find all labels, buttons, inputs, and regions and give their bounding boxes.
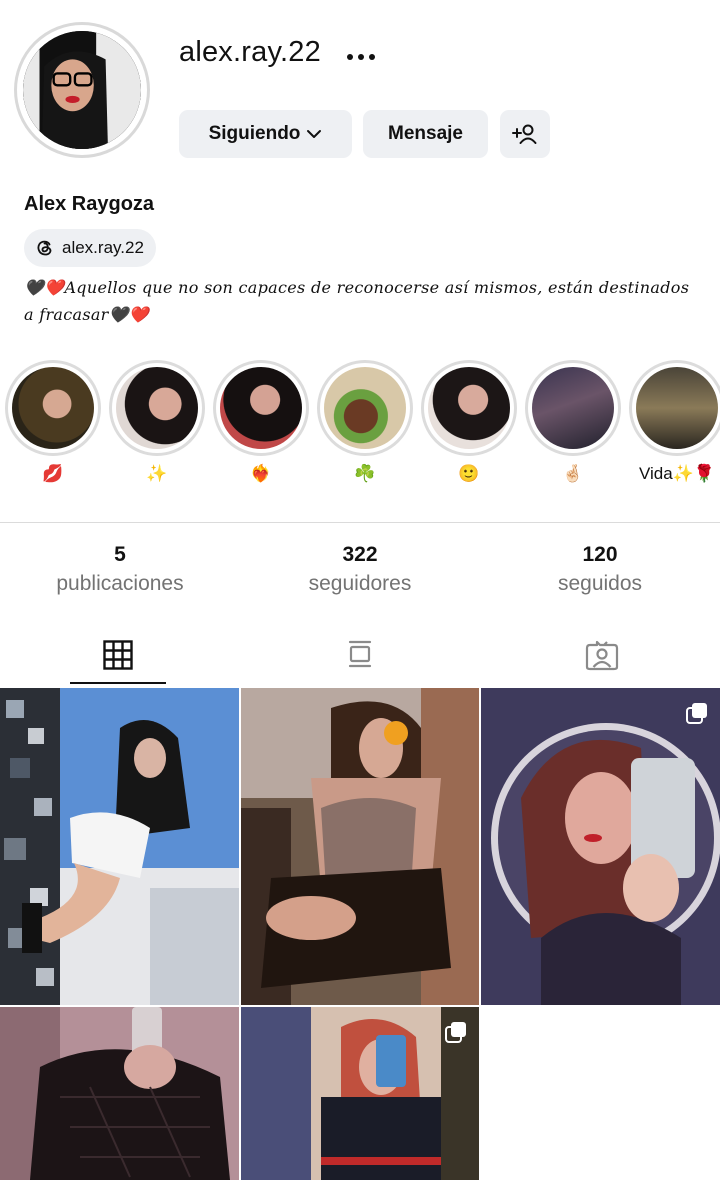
threads-link-chip[interactable]: alex.ray.22 — [24, 229, 156, 267]
post-image — [481, 688, 720, 1005]
story-highlights: 💋 ✨ ❤️‍🔥 ☘️ 🙂 🤞🏻 Vida✨🌹 — [0, 360, 720, 490]
highlight-item[interactable]: Vida✨🌹 — [627, 360, 720, 484]
highlight-cover — [116, 367, 198, 449]
highlight-cover — [428, 367, 510, 449]
highlight-item[interactable]: 🙂 — [419, 360, 519, 484]
profile-avatar[interactable] — [14, 22, 150, 158]
profile-username: alex.ray.22 — [179, 36, 321, 68]
highlight-cover — [12, 367, 94, 449]
following-label: Siguiendo — [208, 123, 301, 144]
active-tab-indicator — [70, 682, 166, 684]
post-thumbnail[interactable] — [241, 1007, 479, 1180]
following-button[interactable]: Siguiendo — [179, 110, 352, 158]
highlight-cover — [532, 367, 614, 449]
threads-icon — [37, 240, 52, 256]
highlight-item[interactable]: ❤️‍🔥 — [211, 360, 311, 484]
message-button[interactable]: Mensaje — [363, 110, 488, 158]
add-person-icon — [512, 124, 537, 144]
tab-reels-feed[interactable] — [312, 630, 408, 680]
highlight-item[interactable]: ☘️ — [315, 360, 415, 484]
avatar-image — [23, 31, 141, 149]
stat-following-count: 120 — [582, 543, 618, 566]
dot-icon — [358, 54, 364, 60]
highlight-label: ❤️‍🔥 — [250, 464, 272, 483]
stat-posts[interactable]: 5 publicaciones — [0, 542, 240, 600]
section-divider — [0, 522, 720, 523]
stat-following-label: seguidos — [557, 572, 643, 595]
post-image — [241, 1007, 479, 1180]
post-thumbnail[interactable] — [241, 688, 479, 1005]
carousel-icon — [686, 703, 707, 724]
highlight-label: Vida✨🌹 — [638, 464, 716, 483]
highlight-label: 🙂 — [458, 464, 480, 483]
tab-tagged[interactable] — [554, 630, 650, 680]
post-thumbnail[interactable] — [0, 1007, 239, 1180]
profile-bio: 🖤❤️Aquellos que no son capaces de recono… — [24, 278, 690, 324]
message-label: Mensaje — [388, 123, 463, 144]
feed-icon — [348, 640, 372, 668]
highlight-cover — [324, 367, 406, 449]
chevron-down-icon — [307, 130, 322, 138]
stat-followers-count: 322 — [342, 543, 378, 566]
threads-handle: alex.ray.22 — [62, 238, 144, 257]
tab-posts-grid[interactable] — [70, 630, 166, 680]
more-options-button[interactable] — [340, 40, 382, 74]
post-image — [241, 688, 479, 1005]
highlight-label: ✨ — [146, 464, 168, 483]
grid-icon — [103, 640, 133, 670]
post-thumbnail[interactable] — [481, 688, 720, 1005]
post-thumbnail[interactable] — [0, 688, 239, 1005]
dot-icon — [347, 54, 353, 60]
stat-following[interactable]: 120 seguidos — [480, 542, 720, 600]
highlight-label: 💋 — [42, 464, 64, 483]
highlight-cover — [636, 367, 718, 449]
highlight-item[interactable]: 💋 — [3, 360, 103, 484]
stat-posts-count: 5 — [114, 543, 126, 566]
dot-icon — [369, 54, 375, 60]
highlight-item[interactable]: ✨ — [107, 360, 207, 484]
carousel-icon — [445, 1022, 466, 1043]
post-image — [0, 688, 239, 1005]
profile-display-name: Alex Raygoza — [24, 193, 155, 215]
stat-posts-label: publicaciones — [56, 572, 184, 595]
highlight-item[interactable]: 🤞🏻 — [523, 360, 623, 484]
suggested-users-button[interactable] — [500, 110, 550, 158]
stat-followers-label: seguidores — [308, 572, 412, 595]
stat-followers[interactable]: 322 seguidores — [240, 542, 480, 600]
highlight-cover — [220, 367, 302, 449]
highlight-label: ☘️ — [354, 464, 376, 483]
post-image — [0, 1007, 239, 1180]
highlight-label: 🤞🏻 — [562, 464, 584, 483]
tagged-person-icon — [585, 640, 619, 671]
